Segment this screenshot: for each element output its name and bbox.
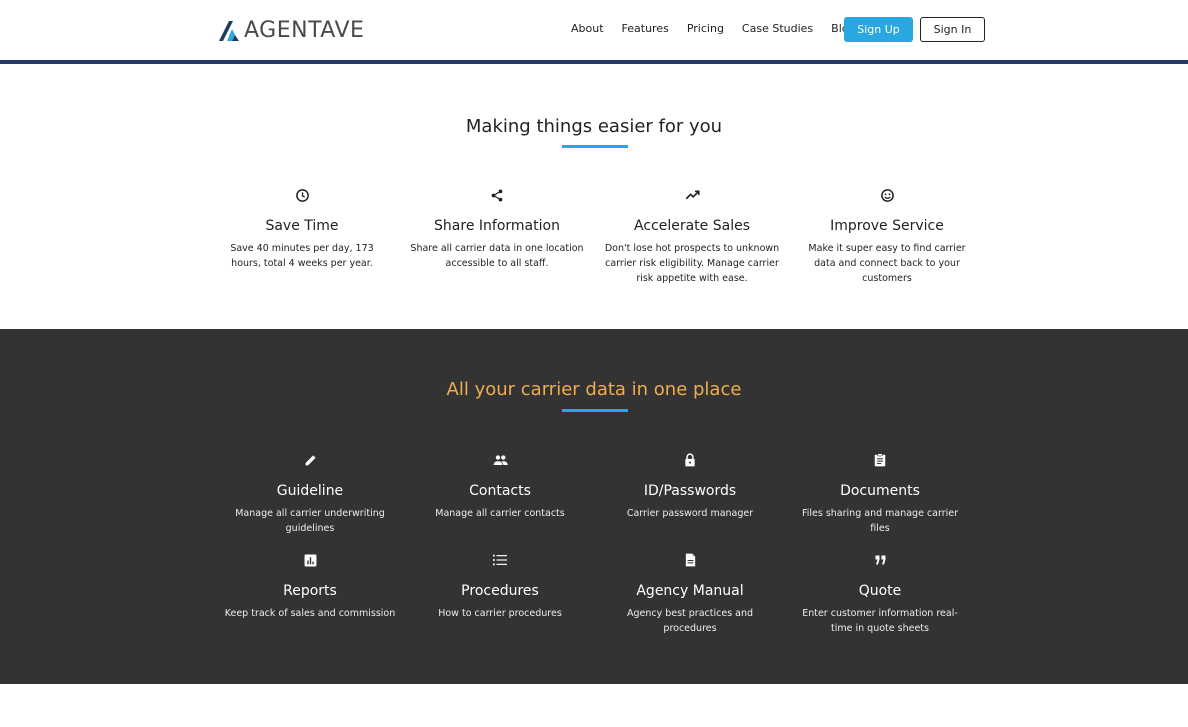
trending-up-icon (604, 186, 780, 204)
feature-description: Enter customer information real-time in … (802, 608, 958, 634)
benefits-section: Making things easier for you Save Time S… (0, 64, 1188, 329)
feature-quote: Quote Enter customer information real-ti… (792, 551, 968, 636)
smiley-icon (799, 186, 975, 204)
feature-description: Files sharing and manage carrier files (801, 508, 959, 534)
feature-save-time: Save Time Save 40 minutes per day, 173 h… (214, 186, 390, 271)
feature-title: Contacts (469, 483, 531, 499)
feature-description: Keep track of sales and commission (224, 608, 396, 619)
feature-description: Share all carrier data in one location a… (410, 243, 584, 269)
feature-description: Save 40 minutes per day, 173 hours, tota… (230, 243, 374, 269)
nav-link-pricing[interactable]: Pricing (687, 22, 724, 36)
lock-icon (602, 451, 778, 469)
logo-mark-icon (219, 20, 239, 41)
feature-reports: Reports Keep track of sales and commissi… (222, 551, 398, 621)
feature-documents: Documents Files sharing and manage carri… (792, 451, 968, 536)
feature-contacts: Contacts Manage all carrier contacts (412, 451, 588, 521)
list-icon (412, 551, 588, 569)
sign-up-button[interactable]: Sign Up (844, 17, 913, 42)
feature-title: Reports (283, 583, 337, 599)
feature-description: Don't lose hot prospects to unknown carr… (604, 243, 780, 284)
feature-title: Guideline (276, 483, 344, 499)
nav-links: About Features Pricing Case Studies Blog (571, 22, 873, 36)
nav-link-about[interactable]: About (571, 22, 604, 36)
feature-title: Save Time (265, 218, 339, 234)
feature-title: Agency Manual (636, 583, 744, 599)
feature-description: Manage all carrier contacts (435, 508, 565, 519)
feature-description: Agency best practices and procedures (626, 608, 754, 634)
feature-share-information: Share Information Share all carrier data… (409, 186, 585, 271)
document-icon (602, 551, 778, 569)
feature-title: Accelerate Sales (634, 218, 750, 234)
clipboard-icon (792, 451, 968, 469)
sign-in-button[interactable]: Sign In (920, 17, 985, 42)
feature-title: Procedures (461, 583, 539, 599)
nav-link-features[interactable]: Features (622, 22, 669, 36)
nav-link-case-studies[interactable]: Case Studies (742, 22, 813, 36)
feature-title: Improve Service (830, 218, 944, 234)
feature-title: ID/Passwords (643, 483, 737, 499)
feature-accelerate-sales: Accelerate Sales Don't lose hot prospect… (604, 186, 780, 286)
feature-title: Quote (858, 583, 902, 599)
brand-name: AGENTAVE (244, 18, 365, 43)
feature-title: Share Information (434, 218, 560, 234)
clock-icon (214, 186, 390, 204)
top-navbar: AGENTAVE About Features Pricing Case Stu… (0, 0, 1188, 60)
feature-procedures: Procedures How to carrier procedures (412, 551, 588, 621)
benefits-title: Making things easier for you (465, 116, 723, 137)
feature-guideline: Guideline Manage all carrier underwritin… (222, 451, 398, 536)
carrier-data-title-underline (562, 409, 628, 412)
carrier-data-title: All your carrier data in one place (446, 379, 742, 400)
feature-improve-service: Improve Service Make it super easy to fi… (799, 186, 975, 286)
people-icon (412, 451, 588, 469)
quote-icon (792, 551, 968, 569)
brand-logo[interactable]: AGENTAVE (219, 18, 364, 43)
feature-title: Documents (840, 483, 920, 499)
feature-description: Manage all carrier underwriting guidelin… (235, 508, 385, 534)
feature-description: How to carrier procedures (438, 608, 562, 619)
carrier-data-section: All your carrier data in one place Guide… (0, 329, 1188, 684)
benefits-title-underline (562, 145, 628, 148)
feature-agency-manual: Agency Manual Agency best practices and … (602, 551, 778, 636)
share-icon (409, 186, 585, 204)
feature-id-passwords: ID/Passwords Carrier password manager (602, 451, 778, 521)
bar-chart-icon (222, 551, 398, 569)
pencil-icon (222, 451, 398, 469)
feature-description: Make it super easy to find carrier data … (808, 243, 966, 284)
feature-description: Carrier password manager (626, 508, 754, 519)
